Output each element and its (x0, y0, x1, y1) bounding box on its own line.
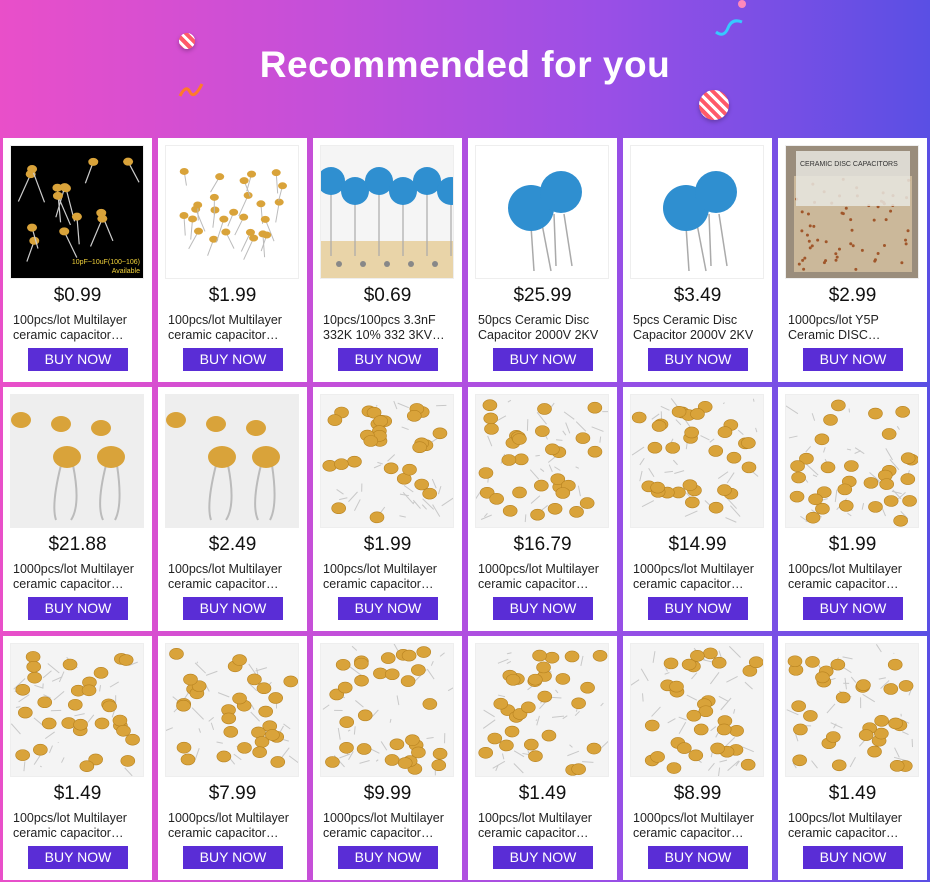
product-price: $21.88 (48, 534, 107, 555)
product-card[interactable]: $14.99 1000pcs/lot Multilayer ceramic cap… (623, 387, 772, 631)
product-card[interactable]: CERAMIC DISC CAPACITORS $2.99 1000pcs/lot … (778, 138, 927, 382)
product-image[interactable] (10, 643, 144, 777)
buy-now-button[interactable]: BUY NOW (28, 846, 128, 869)
product-title[interactable]: 100pcs/lot Multilayer ceramic capacitor … (168, 562, 300, 592)
product-price: $14.99 (668, 534, 727, 555)
product-card[interactable]: $25.99 50pcs Ceramic Disc Capacitor 2000V… (468, 138, 617, 382)
product-title[interactable]: 5pcs Ceramic Disc Capacitor 2000V 2KV (633, 313, 765, 343)
product-title[interactable]: 1000pcs/lot Y5P Ceramic DISC Capacitor (788, 313, 920, 343)
product-price: $16.79 (513, 534, 572, 555)
buy-now-button[interactable]: BUY NOW (803, 348, 903, 371)
product-card[interactable]: $0.69 10pcs/100pcs 3.3nF 332K 10% 332 3KV… (313, 138, 462, 382)
product-image[interactable]: 10pF~10uF(100~106) Available (10, 145, 144, 279)
buy-now-button[interactable]: BUY NOW (338, 846, 438, 869)
product-image[interactable] (630, 394, 764, 528)
product-card[interactable]: $1.49 100pcs/lot Multilayer ceramic capac… (3, 636, 152, 880)
product-price: $25.99 (513, 285, 572, 306)
product-image[interactable] (475, 145, 609, 279)
product-price: $1.49 (828, 783, 877, 804)
buy-now-button[interactable]: BUY NOW (183, 846, 283, 869)
product-title[interactable]: 100pcs/lot Multilayer ceramic capacitor … (478, 811, 610, 841)
buy-now-button[interactable]: BUY NOW (338, 597, 438, 620)
buy-now-button[interactable]: BUY NOW (493, 846, 593, 869)
page-title: Recommended for you (259, 44, 671, 85)
product-card[interactable]: $1.49 100pcs/lot Multilayer ceramic capac… (778, 636, 927, 880)
product-title[interactable]: 100pcs/lot Multilayer ceramic capacitor … (13, 313, 145, 343)
product-image[interactable]: CERAMIC DISC CAPACITORS (785, 145, 919, 279)
product-title[interactable]: 100pcs/lot Multilayer ceramic capacitor … (168, 313, 300, 343)
svg-text:CERAMIC DISC CAPACITORS: CERAMIC DISC CAPACITORS (800, 161, 898, 168)
buy-now-button[interactable]: BUY NOW (28, 597, 128, 620)
product-image[interactable] (165, 394, 299, 528)
buy-now-button[interactable]: BUY NOW (28, 348, 128, 371)
product-price: $1.99 (208, 285, 257, 306)
product-image[interactable] (630, 643, 764, 777)
product-price: $1.99 (363, 534, 412, 555)
product-title[interactable]: 1000pcs/lot Multilayer ceramic capacitor… (323, 811, 455, 841)
product-price: $1.49 (518, 783, 567, 804)
product-image[interactable] (785, 643, 919, 777)
product-image-caption: 10pF~10uF(100~106) Available (71, 259, 140, 275)
product-title[interactable]: 1000pcs/lot Multilayer ceramic capacitor… (633, 811, 765, 841)
product-image[interactable] (320, 643, 454, 777)
product-image[interactable] (165, 145, 299, 279)
product-card[interactable]: $21.88 1000pcs/lot Multilayer ceramic cap… (3, 387, 152, 631)
product-image[interactable] (475, 394, 609, 528)
product-card[interactable]: $16.79 1000pcs/lot Multilayer ceramic cap… (468, 387, 617, 631)
product-title[interactable]: 10pcs/100pcs 3.3nF 332K 10% 332 3KV high… (323, 313, 455, 343)
product-price: $1.49 (53, 783, 102, 804)
product-title[interactable]: 1000pcs/lot Multilayer ceramic capacitor… (168, 811, 300, 841)
product-title[interactable]: 100pcs/lot Multilayer ceramic capacitor … (13, 811, 145, 841)
product-price: $2.49 (208, 534, 257, 555)
product-price: $9.99 (363, 783, 412, 804)
buy-now-button[interactable]: BUY NOW (648, 348, 748, 371)
product-title[interactable]: 1000pcs/lot Multilayer ceramic capacitor… (478, 562, 610, 592)
product-price: $7.99 (208, 783, 257, 804)
product-image[interactable] (475, 643, 609, 777)
product-image[interactable] (630, 145, 764, 279)
buy-now-button[interactable]: BUY NOW (648, 597, 748, 620)
product-card[interactable]: $2.49 100pcs/lot Multilayer ceramic capac… (158, 387, 307, 631)
product-card[interactable]: 10pF~10uF(100~106) Available $0.99 100pcs/… (3, 138, 152, 382)
product-price: $3.49 (673, 285, 722, 306)
product-image[interactable] (785, 394, 919, 528)
product-price: $1.99 (828, 534, 877, 555)
striped-ball-decoration (699, 90, 729, 120)
product-title[interactable]: 1000pcs/lot Multilayer ceramic capacitor… (633, 562, 765, 592)
product-card[interactable]: $8.99 1000pcs/lot Multilayer ceramic capa… (623, 636, 772, 880)
buy-now-button[interactable]: BUY NOW (493, 597, 593, 620)
product-title[interactable]: 100pcs/lot Multilayer ceramic capacitor … (323, 562, 455, 592)
buy-now-button[interactable]: BUY NOW (803, 597, 903, 620)
product-title[interactable]: 100pcs/lot Multilayer ceramic capacitor … (788, 811, 920, 841)
product-price: $0.99 (53, 285, 102, 306)
buy-now-button[interactable]: BUY NOW (648, 846, 748, 869)
buy-now-button[interactable]: BUY NOW (183, 597, 283, 620)
header-banner: Recommended for you (0, 0, 930, 135)
product-image[interactable] (320, 145, 454, 279)
product-image[interactable] (10, 394, 144, 528)
product-image[interactable] (165, 643, 299, 777)
streamer-decoration (715, 19, 743, 36)
buy-now-button[interactable]: BUY NOW (183, 348, 283, 371)
product-card[interactable]: $7.99 1000pcs/lot Multilayer ceramic capa… (158, 636, 307, 880)
product-card[interactable]: $3.49 5pcs Ceramic Disc Capacitor 2000V 2… (623, 138, 772, 382)
product-price: $2.99 (828, 285, 877, 306)
buy-now-button[interactable]: BUY NOW (338, 348, 438, 371)
product-title[interactable]: 100pcs/lot Multilayer ceramic capacitor … (788, 562, 920, 592)
product-card[interactable]: $1.99 100pcs/lot Multilayer ceramic capac… (313, 387, 462, 631)
product-card[interactable]: $9.99 1000pcs/lot Multilayer ceramic capa… (313, 636, 462, 880)
product-image[interactable] (320, 394, 454, 528)
product-title[interactable]: 1000pcs/lot Multilayer ceramic capacitor… (13, 562, 145, 592)
buy-now-button[interactable]: BUY NOW (803, 846, 903, 869)
product-title[interactable]: 50pcs Ceramic Disc Capacitor 2000V 2KV (478, 313, 610, 343)
product-card[interactable]: $1.49 100pcs/lot Multilayer ceramic capac… (468, 636, 617, 880)
product-price: $8.99 (673, 783, 722, 804)
buy-now-button[interactable]: BUY NOW (493, 348, 593, 371)
product-card[interactable]: $1.99 100pcs/lot Multilayer ceramic capac… (778, 387, 927, 631)
product-card[interactable]: $1.99 100pcs/lot Multilayer ceramic capac… (158, 138, 307, 382)
dot-decoration (738, 0, 746, 8)
product-price: $0.69 (363, 285, 412, 306)
